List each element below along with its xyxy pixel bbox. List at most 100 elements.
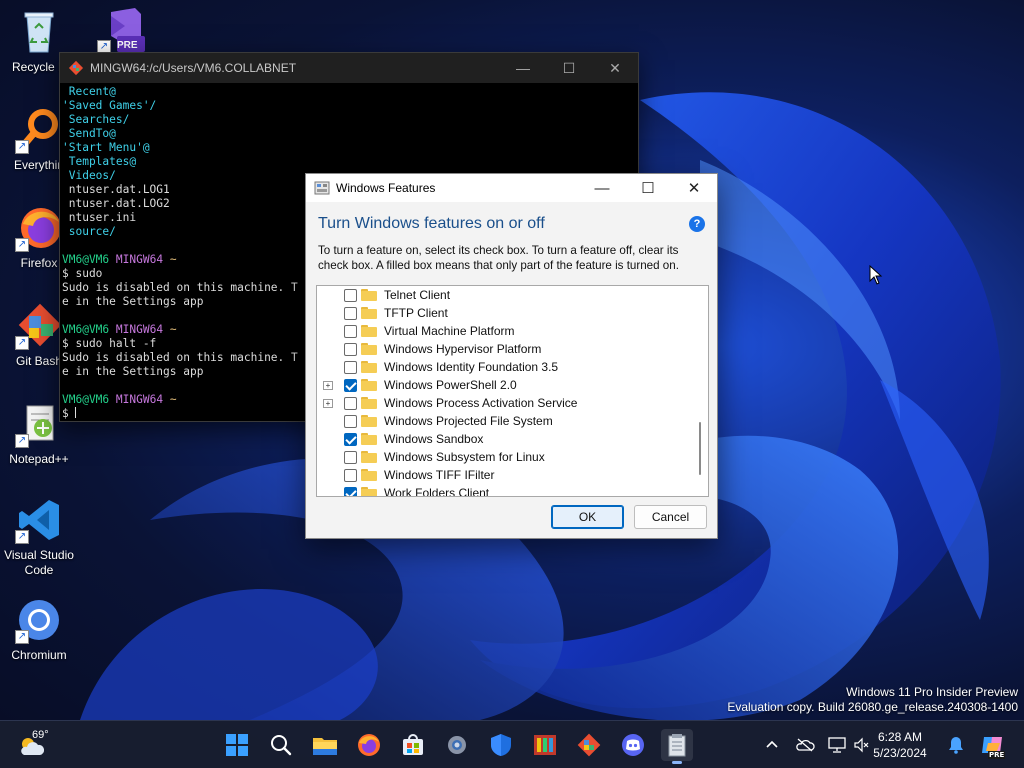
terminal-title: MINGW64:/c/Users/VM6.COLLABNET xyxy=(90,61,297,75)
minimize-button[interactable]: — xyxy=(500,53,546,83)
notifications-button[interactable] xyxy=(948,721,964,768)
feature-row[interactable]: Windows Subsystem for Linux xyxy=(317,448,545,466)
dialog-minimize-button[interactable]: — xyxy=(579,174,625,202)
feature-checkbox[interactable] xyxy=(344,396,357,410)
pre-badge: PRE xyxy=(117,40,138,51)
microsoft-store-icon xyxy=(403,734,423,755)
show-hidden-icons-button[interactable] xyxy=(765,721,779,768)
shortcut-arrow-icon: ↗ xyxy=(15,530,29,544)
folder-icon xyxy=(361,289,377,301)
search-button[interactable] xyxy=(265,729,297,761)
prompt-user: VM6@VM6 xyxy=(62,393,110,406)
windows-security-button[interactable] xyxy=(485,729,517,761)
feature-checkbox[interactable] xyxy=(344,378,357,392)
text-cursor xyxy=(75,407,77,418)
dialog-description: To turn a feature on, select its check b… xyxy=(318,244,679,272)
folder-icon xyxy=(361,451,377,463)
feature-label: Windows Process Activation Service xyxy=(384,396,578,410)
vscode-icon: ↗ xyxy=(15,496,63,544)
folder-icon xyxy=(361,415,377,427)
windows-features-dialog[interactable]: Windows Features — ☐ ✕ Turn Windows feat… xyxy=(305,173,718,539)
ok-button[interactable]: OK xyxy=(551,505,624,529)
discord-button[interactable] xyxy=(617,729,649,761)
feature-tree-scrollbar[interactable] xyxy=(699,422,701,475)
feature-label: Telnet Client xyxy=(384,288,451,302)
shortcut-arrow-icon: ↗ xyxy=(15,434,29,448)
discord-icon xyxy=(622,734,644,756)
firefox-icon: ↗ xyxy=(15,204,63,252)
expand-icon[interactable]: + xyxy=(323,380,333,390)
feature-row[interactable]: TFTP Client xyxy=(317,304,448,322)
help-icon[interactable]: ? xyxy=(689,216,705,232)
feature-row[interactable]: Windows TIFF IFilter xyxy=(317,466,494,484)
close-button[interactable]: ✕ xyxy=(592,53,638,83)
dialog-maximize-button[interactable]: ☐ xyxy=(625,174,671,202)
feature-row[interactable]: Windows Sandbox xyxy=(317,430,483,448)
desktop-icon-visual-studio[interactable]: PRE ↗ xyxy=(82,6,160,58)
prompt-path: ~ xyxy=(169,253,177,266)
maximize-button[interactable]: ☐ xyxy=(546,53,592,83)
desktop-icon-vscode[interactable]: ↗ Visual Studio Code xyxy=(0,496,78,578)
firefox-taskbar-button[interactable] xyxy=(353,729,385,761)
feature-row[interactable]: Windows Projected File System xyxy=(317,412,553,430)
git-taskbar-button[interactable] xyxy=(573,729,605,761)
notepad-plus-plus-icon: ↗ xyxy=(15,400,63,448)
terminal-line: Recent@ xyxy=(62,85,636,99)
feature-row[interactable]: + Windows PowerShell 2.0 xyxy=(317,376,517,394)
dialog-titlebar[interactable]: Windows Features — ☐ ✕ xyxy=(306,174,717,202)
feature-checkbox[interactable] xyxy=(344,360,357,374)
feature-checkbox[interactable] xyxy=(344,306,357,320)
shortcut-arrow-icon: ↗ xyxy=(15,336,29,350)
feature-row[interactable]: Windows Identity Foundation 3.5 xyxy=(317,358,558,376)
feature-checkbox[interactable] xyxy=(344,414,357,428)
git-icon xyxy=(577,733,601,757)
app-taskbar-button[interactable] xyxy=(529,729,561,761)
settings-button[interactable] xyxy=(441,729,473,761)
feature-checkbox[interactable] xyxy=(344,450,357,464)
feature-checkbox[interactable] xyxy=(344,288,357,302)
feature-row[interactable]: Virtual Machine Platform xyxy=(317,322,515,340)
terminal-text: Searches/ xyxy=(62,113,130,126)
feature-checkbox[interactable] xyxy=(344,342,357,356)
prompt-env: MINGW64 xyxy=(115,253,164,266)
feature-row[interactable]: Windows Hypervisor Platform xyxy=(317,340,541,358)
terminal-titlebar[interactable]: MINGW64:/c/Users/VM6.COLLABNET — ☐ ✕ xyxy=(60,53,638,83)
copilot-button[interactable]: PRE xyxy=(980,721,1006,768)
settings-icon xyxy=(448,736,466,754)
feature-checkbox[interactable] xyxy=(344,432,357,446)
terminal-text: ntuser.dat.LOG2 xyxy=(62,197,170,210)
feature-checkbox[interactable] xyxy=(344,468,357,482)
folder-icon xyxy=(361,433,377,445)
notepad-icon xyxy=(668,734,686,757)
file-explorer-button[interactable] xyxy=(309,729,341,761)
terminal-text: Templates@ xyxy=(62,155,137,168)
network-tray[interactable] xyxy=(828,721,846,768)
prompt-env: MINGW64 xyxy=(115,323,164,336)
notepad-taskbar-button[interactable] xyxy=(661,729,693,764)
cancel-button[interactable]: Cancel xyxy=(634,505,707,529)
start-button[interactable] xyxy=(221,729,253,761)
feature-row[interactable]: Work Folders Client xyxy=(317,484,489,496)
terminal-text: $ xyxy=(62,407,76,420)
watermark-line2: Evaluation copy. Build 26080.ge_release.… xyxy=(727,700,1018,714)
expand-icon[interactable]: + xyxy=(323,398,333,408)
terminal-line: 'Saved Games'/ xyxy=(62,99,636,113)
feature-label: Windows Sandbox xyxy=(384,432,484,446)
cloud-offline-tray[interactable] xyxy=(795,721,815,768)
folder-icon xyxy=(361,361,377,373)
feature-label: Windows Projected File System xyxy=(384,414,553,428)
desktop-icon-chromium[interactable]: ↗ Chromium xyxy=(0,596,78,663)
feature-checkbox[interactable] xyxy=(344,486,357,496)
folder-icon xyxy=(361,307,377,319)
taskbar: 69° 6:28 AM 5/23/2024 PRE xyxy=(0,720,1024,768)
dialog-close-button[interactable]: ✕ xyxy=(671,174,717,202)
feature-tree[interactable]: Telnet Client TFTP Client Virtual Machine … xyxy=(316,285,709,497)
feature-row[interactable]: Telnet Client xyxy=(317,286,450,304)
weather-widget[interactable]: 69° xyxy=(18,729,58,761)
taskbar-clock[interactable]: 6:28 AM 5/23/2024 xyxy=(858,729,942,761)
microsoft-store-button[interactable] xyxy=(397,729,429,761)
feature-row[interactable]: + Windows Process Activation Service xyxy=(317,394,577,412)
feature-checkbox[interactable] xyxy=(344,324,357,338)
